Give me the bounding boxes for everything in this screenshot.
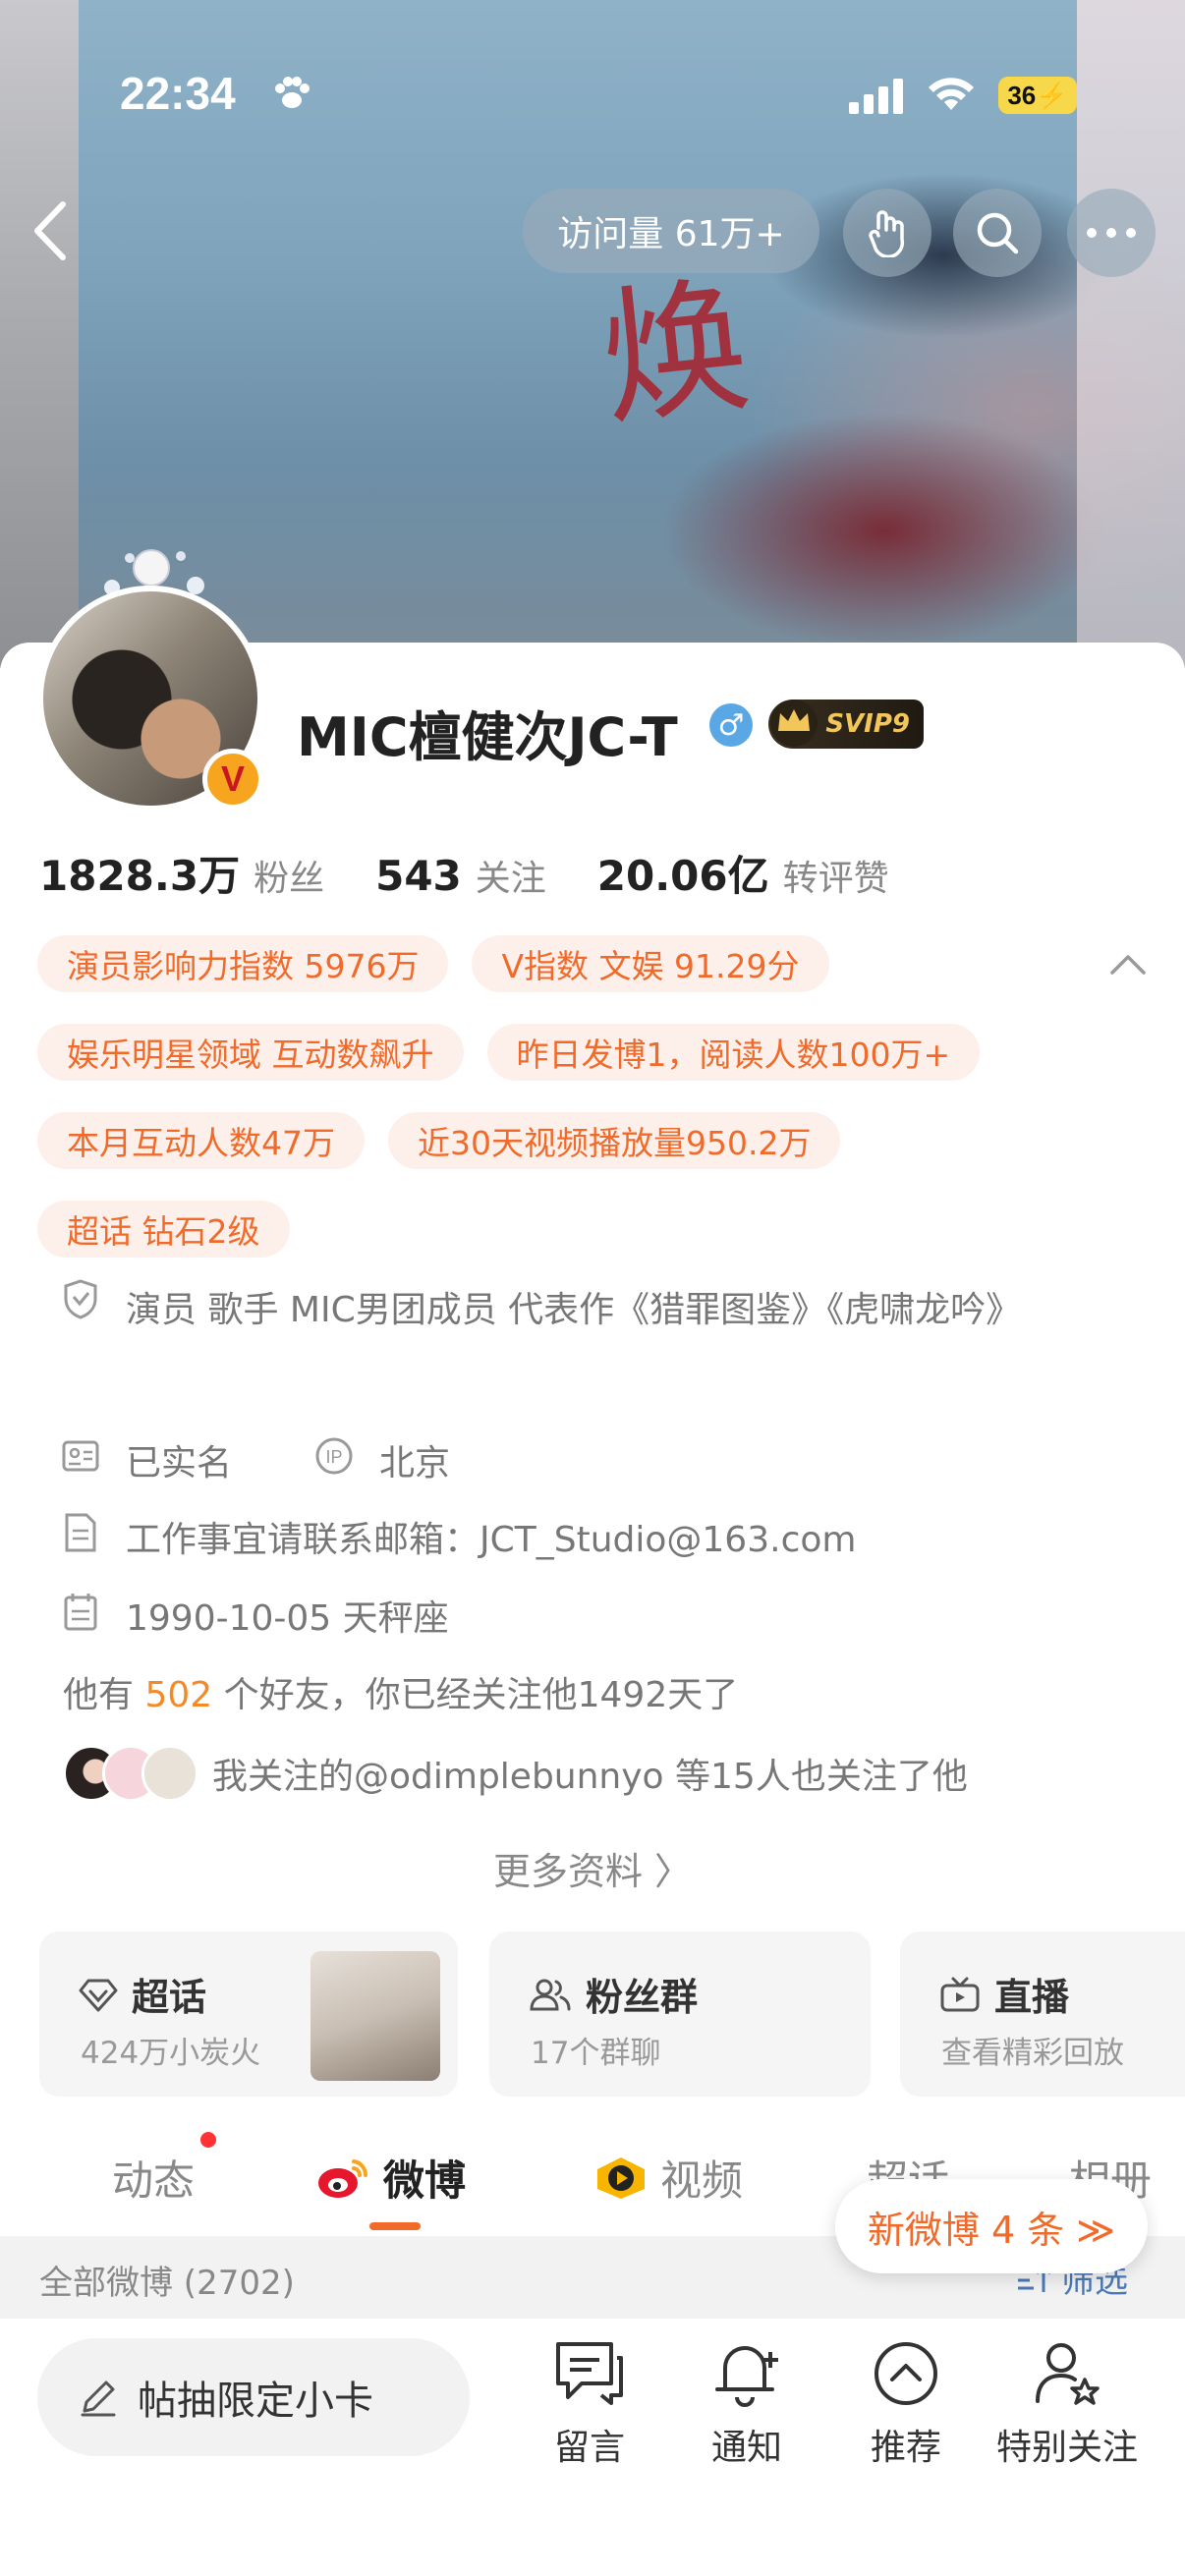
special-follow-button[interactable]: 特别关注: [979, 2338, 1156, 2470]
super-topic-thumbnail: [310, 1951, 440, 2081]
tag-v-index[interactable]: V指数 文娱 91.29分: [472, 935, 829, 992]
pencil-icon: [81, 2380, 116, 2417]
cover-right-edge: [1077, 0, 1185, 668]
special-follow-label: 特别关注: [995, 2428, 1138, 2468]
realname-label: 已实名: [126, 1443, 233, 1484]
cover-left-edge: [0, 0, 79, 668]
bio-row: 演员 歌手 MIC男团成员 代表作《猎罪图鉴》《虎啸龙吟》: [61, 1277, 1108, 1344]
ip-location-icon: IP: [315, 1437, 353, 1475]
chevron-up-circle-icon: [875, 2342, 937, 2405]
fan-group-subtitle: 17个群聊: [531, 2036, 661, 2071]
friends-summary: 他有 502 个好友，你已经关注他1492天了: [63, 1675, 739, 1715]
compose-input[interactable]: 帖抽限定小卡: [37, 2338, 470, 2456]
id-card-icon: [62, 1440, 99, 1472]
crown-icon: [770, 700, 818, 747]
new-weibo-button[interactable]: 新微博 4 条 ≫: [835, 2179, 1148, 2273]
poke-button[interactable]: [843, 189, 931, 277]
followers-count[interactable]: 1828.3万: [39, 843, 240, 903]
hand-poke-icon: [869, 210, 905, 257]
document-icon: [65, 1513, 96, 1552]
super-topic-subtitle: 424万小炭火: [81, 2036, 261, 2071]
paw-icon: [275, 77, 310, 108]
followers-label: 粉丝: [254, 859, 325, 899]
live-card[interactable]: 直播 查看精彩回放: [900, 1932, 1185, 2097]
svg-text:IP: IP: [326, 1447, 343, 1467]
mutual-follows[interactable]: 我关注的@odimplebunnyo 等15人也关注了他: [63, 1745, 968, 1802]
active-tab-indicator: [369, 2222, 421, 2230]
tab-video[interactable]: 视频: [593, 2148, 743, 2208]
tab-video-label: 视频: [660, 2156, 744, 2205]
more-button[interactable]: [1067, 189, 1156, 277]
mutual-follow-text: 我关注的@odimplebunnyo 等15人也关注了他: [212, 1757, 968, 1797]
live-subtitle: 查看精彩回放: [941, 2036, 1124, 2071]
back-icon[interactable]: [28, 196, 75, 265]
realname-row: 已实名 IP 北京: [61, 1434, 450, 1485]
tab-weibo[interactable]: 微博: [316, 2148, 466, 2208]
tag-super-topic-level[interactable]: 超话 钻石2级: [37, 1201, 290, 1258]
notify-button[interactable]: 通知: [668, 2338, 825, 2470]
comment-label: 留言: [553, 2428, 625, 2468]
username: MIC檀健次JC-T: [297, 706, 678, 768]
tab-weibo-label: 微博: [383, 2156, 467, 2205]
user-star-icon: [1036, 2343, 1100, 2405]
birthday: 1990-10-05 天秤座: [126, 1598, 449, 1639]
recommend-label: 推荐: [870, 2428, 941, 2468]
battery-indicator: 36 ⚡: [998, 77, 1077, 114]
shield-icon: [64, 1279, 97, 1319]
chevron-up-icon[interactable]: [1108, 949, 1148, 979]
unread-dot: [200, 2132, 216, 2148]
weibo-logo-icon: [318, 2158, 368, 2198]
tag-video-plays[interactable]: 近30天视频播放量950.2万: [388, 1112, 841, 1169]
bottom-action-bar: 帖抽限定小卡 留言 通知 推荐 特别关注: [0, 2319, 1185, 2576]
verified-badge: V: [202, 749, 263, 810]
tv-icon: [940, 1977, 980, 2011]
wifi-icon: [929, 78, 974, 110]
friends-count[interactable]: 502: [144, 1675, 212, 1715]
status-time: 22:34: [120, 68, 236, 119]
email-row: 工作事宜请联系邮箱：JCT_Studio@163.com: [61, 1511, 856, 1562]
honor-tags: 演员影响力指数 5976万 V指数 文娱 91.29分 娱乐明星领域 互动数飙升…: [37, 935, 1118, 1289]
ip-location: 北京: [379, 1443, 451, 1484]
notify-label: 通知: [710, 2428, 782, 2468]
feed-count: 全部微博 (2702): [39, 2264, 295, 2303]
male-gender-icon: ♂: [709, 703, 753, 747]
mutual-avatar: [141, 1745, 198, 1802]
fan-group-title: 粉丝群: [586, 1976, 699, 2019]
bell-plus-icon: [715, 2346, 778, 2407]
tab-activity[interactable]: 动态: [112, 2148, 195, 2208]
calendar-icon: [64, 1594, 97, 1631]
video-play-icon: [597, 2156, 645, 2199]
super-topic-title: 超话: [132, 1976, 207, 2019]
super-topic-card[interactable]: 超话 424万小炭火: [39, 1932, 458, 2097]
contact-email[interactable]: 工作事宜请联系邮箱：JCT_Studio@163.com: [126, 1511, 856, 1562]
interactions-label: 转评赞: [782, 859, 889, 899]
live-title: 直播: [994, 1976, 1070, 2019]
group-icon: [530, 1979, 571, 2010]
profile-stats: 1828.3万 粉丝 543 关注 20.06亿 转评赞: [39, 843, 940, 903]
message-icon: [556, 2342, 623, 2405]
cell-signal-icon: [849, 79, 903, 114]
more-info-link[interactable]: 更多资料 〉: [0, 1841, 1185, 1895]
visits-counter[interactable]: 访问量 61万+: [523, 189, 819, 273]
comment-button[interactable]: 留言: [511, 2338, 668, 2470]
tag-yesterday-posts[interactable]: 昨日发博1，阅读人数100万+: [486, 1024, 981, 1081]
diamond-icon: [79, 1979, 118, 2011]
following-count[interactable]: 543: [375, 852, 462, 900]
interactions-count[interactable]: 20.06亿: [597, 843, 769, 903]
compose-placeholder: 帖抽限定小卡: [138, 2379, 373, 2424]
tag-monthly-interactions[interactable]: 本月互动人数47万: [37, 1112, 365, 1169]
recommend-button[interactable]: 推荐: [827, 2338, 985, 2470]
following-label: 关注: [475, 859, 546, 899]
birthday-row: 1990-10-05 天秤座: [61, 1590, 449, 1641]
tag-entertainment-trend[interactable]: 娱乐明星领域 互动数飙升: [37, 1024, 464, 1081]
svip-label: SVIP9: [825, 709, 910, 739]
tag-actor-influence[interactable]: 演员影响力指数 5976万: [37, 935, 449, 992]
bio-text: 演员 歌手 MIC男团成员 代表作《猎罪图鉴》《虎啸龙吟》: [126, 1290, 1022, 1330]
fan-group-card[interactable]: 粉丝群 17个群聊: [489, 1932, 871, 2097]
search-icon: [977, 212, 1019, 254]
search-button[interactable]: [953, 189, 1042, 277]
more-dots-icon: [1087, 228, 1136, 238]
